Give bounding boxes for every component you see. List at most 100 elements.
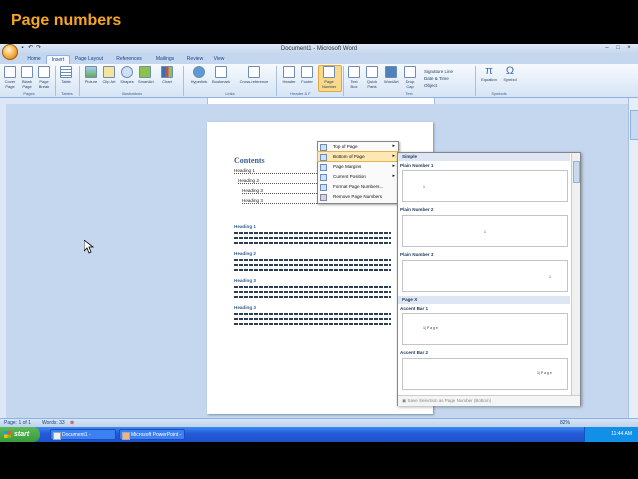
gallery-item-plain-number-3[interactable]: 1: [402, 260, 568, 292]
page-margins-icon: [320, 164, 327, 171]
taskbar-item-word[interactable]: Document1 - Microsof...: [50, 429, 116, 440]
gallery-item-label: Plain Number 3: [400, 252, 434, 257]
gallery-item-label: Plain Number 1: [400, 163, 434, 168]
redo-icon[interactable]: ↷: [35, 45, 42, 52]
page-number-button-content[interactable]: Page Number: [322, 66, 336, 89]
menu-item-current-position[interactable]: Current Position ▸: [318, 172, 398, 181]
window-title: Document1 - Microsoft Word: [280, 46, 358, 52]
cover-page-icon: [4, 66, 16, 78]
contents-heading: Contents: [234, 156, 265, 165]
format-page-numbers-icon: [320, 184, 327, 191]
gallery-item-accent-bar-2[interactable]: 1| P a g e: [402, 358, 568, 390]
text-box-icon: [348, 66, 360, 78]
save-icon[interactable]: ▪: [19, 45, 26, 52]
word-icon: [53, 432, 61, 440]
scrollbar-thumb[interactable]: [630, 110, 638, 140]
save-selection-button[interactable]: ▣ Save Selection as Page Number (Bottom): [398, 395, 580, 406]
gallery-item-plain-number-2[interactable]: 1: [402, 215, 568, 247]
menu-item-bottom-of-page[interactable]: Bottom of Page ▸: [317, 151, 399, 162]
cross-reference-icon: [248, 66, 260, 78]
gallery-section-page-x: Page X: [398, 296, 570, 304]
gallery-item-label: Accent Bar 2: [400, 350, 429, 355]
page-number-menu: Top of Page ▸ Bottom of Page ▸ Page Margin…: [317, 141, 399, 204]
tab-view[interactable]: View: [210, 55, 228, 64]
gallery-accent-text: 1| P a g e: [537, 371, 552, 375]
shapes-button[interactable]: Shapes: [120, 66, 134, 84]
save-selection-label: Save Selection as Page Number (Bottom): [407, 398, 492, 403]
section-heading: Heading 3: [234, 305, 256, 310]
horizontal-ruler[interactable]: [0, 98, 638, 104]
tab-review[interactable]: Review: [183, 55, 207, 64]
minimize-icon[interactable]: –: [602, 45, 612, 52]
menu-item-top-of-page[interactable]: Top of Page ▸: [318, 142, 398, 151]
word-window: Document1 - Microsoft Word ▪ ↶ ↷ – □ × H…: [0, 44, 638, 442]
equation-button[interactable]: π Equation: [480, 66, 498, 83]
bookmark-button[interactable]: Bookmark: [212, 66, 230, 84]
gallery-scrollbar-thumb[interactable]: [573, 161, 580, 183]
clip-art-button[interactable]: Clip Art: [102, 66, 116, 84]
undo-icon[interactable]: ↶: [27, 45, 34, 52]
smartart-button[interactable]: SmartArt: [138, 66, 154, 84]
mouse-pointer-icon: [84, 240, 94, 254]
page-break-button[interactable]: Page Break: [37, 66, 51, 89]
submenu-arrow-icon: ▸: [392, 153, 395, 159]
hyperlink-button[interactable]: Hyperlink: [190, 66, 208, 84]
clock[interactable]: 11:44 AM: [611, 431, 632, 437]
group-label-header-footer: Header & F: [290, 91, 311, 96]
chart-button[interactable]: Chart: [160, 66, 174, 84]
vertical-ruler[interactable]: [0, 104, 6, 418]
tab-home[interactable]: Home: [24, 55, 44, 64]
gallery-scrollbar[interactable]: [571, 153, 580, 395]
object-button[interactable]: Object: [424, 82, 453, 89]
group-label-links: Links: [225, 91, 235, 96]
bottom-of-page-icon: [320, 154, 327, 161]
submenu-arrow-icon: ▸: [392, 163, 395, 169]
symbol-button[interactable]: Ω Symbol: [502, 65, 518, 83]
omega-icon: Ω: [505, 65, 515, 77]
tab-mailings[interactable]: Mailings: [151, 55, 179, 64]
tab-references[interactable]: References: [111, 55, 147, 64]
menu-item-remove-page-numbers[interactable]: Remove Page Numbers: [318, 192, 398, 201]
slide-title: Page numbers: [11, 12, 122, 29]
taskbar-item-powerpoint[interactable]: Microsoft PowerPoint - ...: [119, 429, 185, 440]
text-box-button[interactable]: Text Box: [347, 66, 361, 89]
table-button[interactable]: Table: [59, 66, 73, 84]
group-divider: [276, 66, 277, 96]
hyperlink-icon: [193, 66, 205, 78]
taskbar: start Document1 - Microsof... Microsoft …: [0, 427, 638, 442]
signature-line-button[interactable]: Signature Line: [424, 68, 453, 75]
menu-item-page-margins[interactable]: Page Margins ▸: [318, 162, 398, 171]
blank-page-icon: [21, 66, 33, 78]
date-time-button[interactable]: Date & Time: [424, 75, 453, 82]
cover-page-button[interactable]: Cover Page: [3, 66, 17, 89]
quick-parts-button[interactable]: Quick Parts: [365, 66, 379, 89]
tab-page-layout[interactable]: Page Layout: [72, 55, 106, 64]
body-text-line: [234, 237, 391, 239]
vertical-scrollbar[interactable]: [628, 98, 638, 418]
gallery-item-accent-bar-1[interactable]: 1| P a g e: [402, 313, 568, 345]
clip-art-icon: [103, 66, 115, 78]
section-heading: Heading 2: [234, 251, 256, 256]
bookmark-icon: [215, 66, 227, 78]
system-tray: 11:44 AM: [584, 427, 638, 442]
drop-cap-button[interactable]: Drop Cap: [403, 66, 417, 89]
header-button[interactable]: Header: [281, 66, 297, 84]
picture-button[interactable]: Picture: [84, 66, 98, 84]
ribbon: Cover Page Blank Page Page Break Table P…: [0, 64, 638, 98]
current-position-icon: [320, 174, 327, 181]
menu-item-format-page-numbers[interactable]: Format Page Numbers...: [318, 182, 398, 191]
shapes-icon: [121, 66, 133, 78]
start-button[interactable]: start: [0, 427, 40, 442]
blank-page-button[interactable]: Blank Page: [20, 66, 34, 89]
wordart-button[interactable]: WordArt: [384, 66, 399, 84]
body-text-line: [234, 259, 391, 261]
maximize-icon[interactable]: □: [613, 45, 623, 52]
group-label-pages: Pages: [23, 91, 35, 96]
cross-reference-button[interactable]: Cross-reference: [237, 66, 271, 84]
close-icon[interactable]: ×: [624, 45, 634, 52]
chart-icon: [161, 66, 173, 78]
footer-button[interactable]: Footer: [299, 66, 315, 84]
gallery-item-plain-number-1[interactable]: 1: [402, 170, 568, 202]
group-divider: [183, 66, 184, 96]
ribbon-tabs: Home Insert Page Layout References Maili…: [0, 54, 638, 65]
